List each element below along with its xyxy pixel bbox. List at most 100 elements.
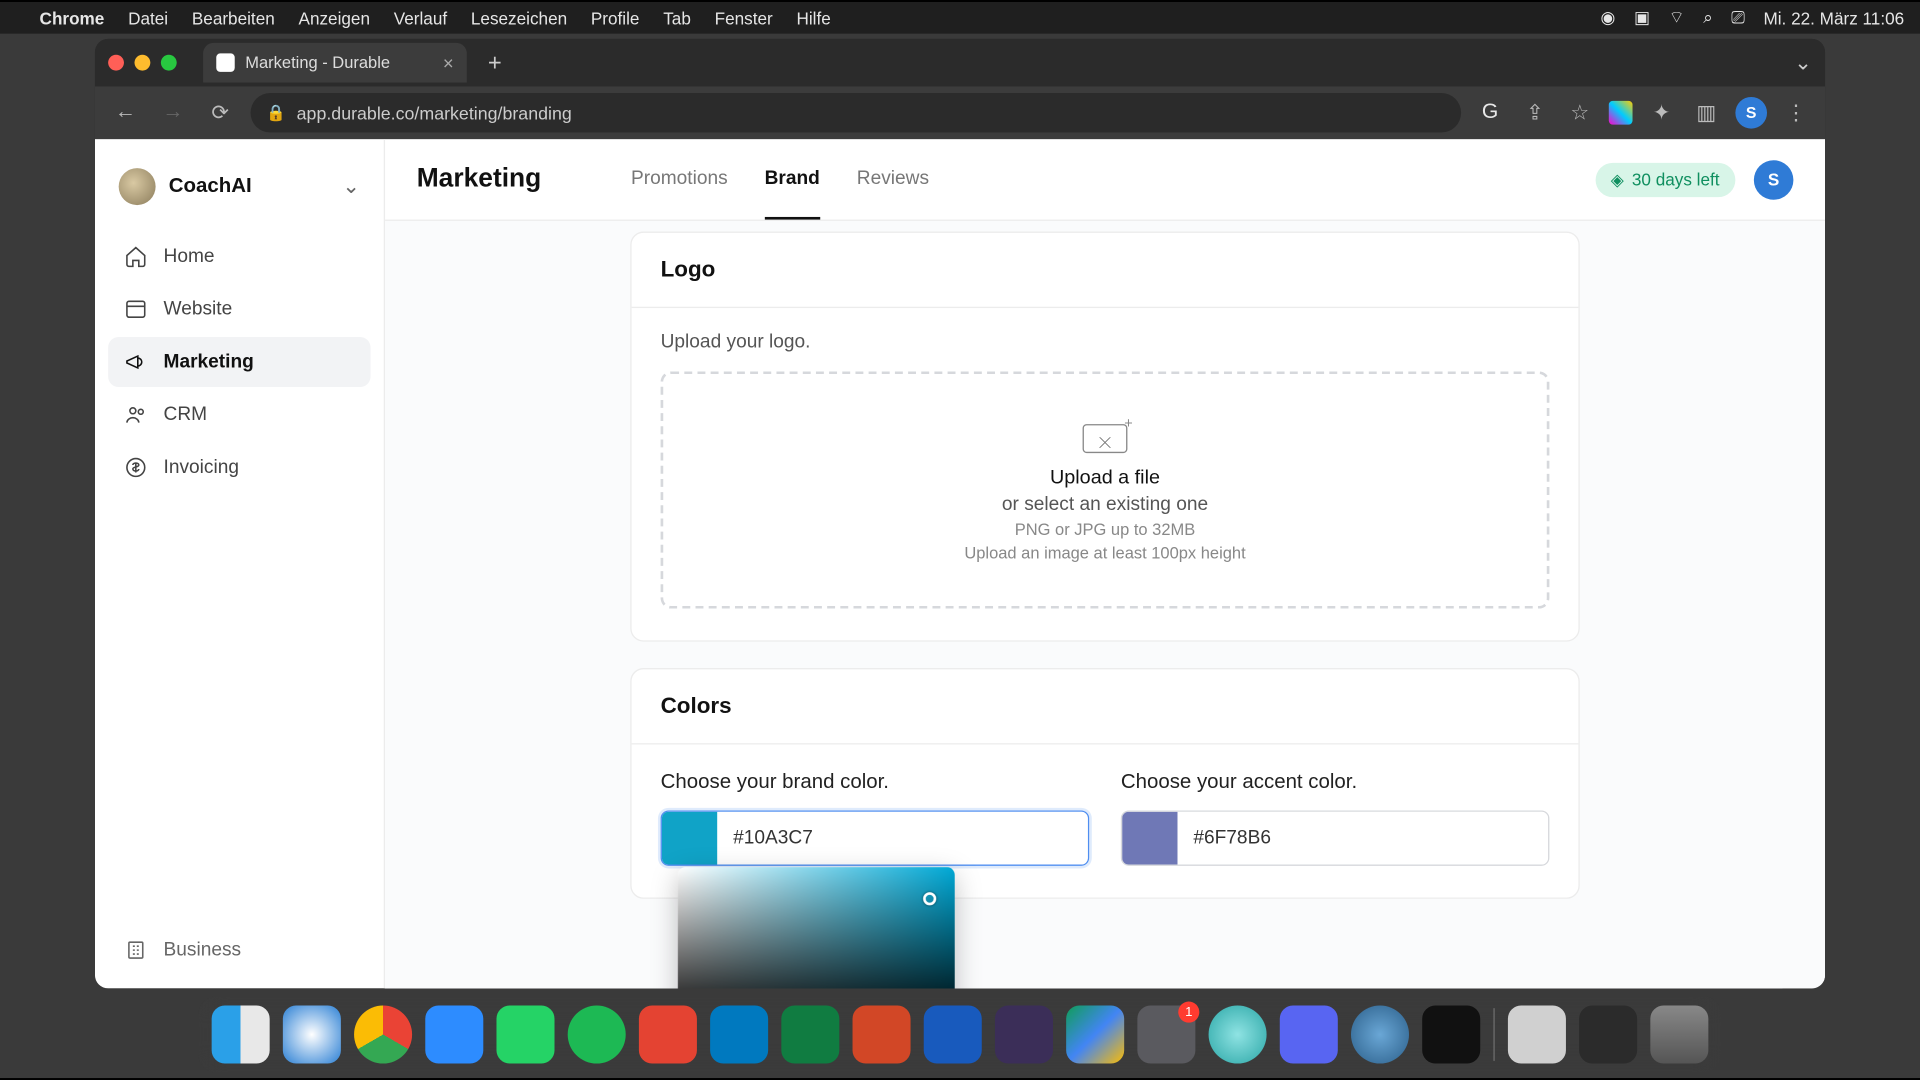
dock-trash[interactable] — [1650, 1005, 1708, 1063]
dock-app-drive[interactable] — [1066, 1005, 1124, 1063]
dock-app-finder[interactable] — [212, 1005, 270, 1063]
mac-app-name[interactable]: Chrome — [40, 8, 105, 28]
accent-color-input[interactable] — [1178, 812, 1549, 865]
tab-promotions[interactable]: Promotions — [631, 139, 728, 219]
forward-button[interactable]: → — [156, 96, 190, 130]
tab-close-icon[interactable]: × — [443, 52, 454, 73]
brand-color-input[interactable] — [717, 812, 1088, 865]
dock-app-quicktime[interactable] — [1351, 1005, 1409, 1063]
share-icon[interactable]: ⇪ — [1519, 97, 1551, 129]
mac-menu-fenster[interactable]: Fenster — [715, 8, 773, 28]
mac-menu-hilfe[interactable]: Hilfe — [796, 8, 830, 28]
window-icon — [124, 297, 148, 321]
content-scroll[interactable]: Logo Upload your logo. + Upload a file o… — [385, 221, 1825, 988]
dock-app-excel[interactable] — [781, 1005, 839, 1063]
dock-app-whatsapp[interactable] — [496, 1005, 554, 1063]
chrome-menu-icon[interactable]: ⋮ — [1780, 97, 1812, 129]
mac-menu-tab[interactable]: Tab — [663, 8, 691, 28]
sidebar-item-business[interactable]: Business — [108, 925, 370, 975]
settings-badge: 1 — [1178, 1002, 1199, 1023]
url-text: app.durable.co/marketing/branding — [297, 103, 572, 123]
tab-reviews[interactable]: Reviews — [857, 139, 929, 219]
window-minimize-button[interactable] — [135, 55, 151, 71]
dock-app-voice[interactable] — [1422, 1005, 1480, 1063]
spotlight-icon[interactable]: ⌕ — [1703, 7, 1713, 28]
window-zoom-button[interactable] — [161, 55, 177, 71]
sidebar-item-crm[interactable]: CRM — [108, 390, 370, 440]
accent-color-swatch[interactable] — [1122, 812, 1177, 865]
mac-menu-datei[interactable]: Datei — [128, 8, 168, 28]
logo-heading: Logo — [632, 233, 1579, 308]
sidepanel-icon[interactable]: ▥ — [1691, 97, 1723, 129]
dock-app-chrome[interactable] — [354, 1005, 412, 1063]
dock-app-automator[interactable] — [1508, 1005, 1566, 1063]
accent-color-label: Choose your accent color. — [1121, 771, 1550, 795]
dock-app-discord[interactable] — [1280, 1005, 1338, 1063]
record-icon[interactable]: ◉ — [1601, 7, 1616, 28]
lock-icon: 🔒 — [266, 104, 286, 122]
wifi-icon[interactable]: ⌔ — [1669, 7, 1685, 28]
back-button[interactable]: ← — [108, 96, 142, 130]
color-sv-plane[interactable] — [678, 867, 955, 988]
sidebar-item-home[interactable]: Home — [108, 231, 370, 281]
dock-app-circle[interactable] — [1209, 1005, 1267, 1063]
tab-strip: Marketing - Durable × + ⌄ — [95, 39, 1825, 86]
dock-app-powerpoint[interactable] — [853, 1005, 911, 1063]
mac-menu-lesezeichen[interactable]: Lesezeichen — [471, 8, 567, 28]
upload-file-link[interactable]: Upload a file — [1050, 465, 1160, 487]
sidebar-item-label: Business — [164, 940, 242, 961]
control-center-icon[interactable]: ⎚ — [1731, 7, 1745, 28]
dock-app-imovie[interactable] — [995, 1005, 1053, 1063]
mac-menu-profile[interactable]: Profile — [591, 8, 640, 28]
mac-menu-verlauf[interactable]: Verlauf — [394, 8, 447, 28]
bookmark-icon[interactable]: ☆ — [1564, 97, 1596, 129]
sidebar-item-website[interactable]: Website — [108, 284, 370, 334]
chevron-down-icon: ⌄ — [342, 173, 360, 199]
profile-avatar[interactable]: S — [1735, 97, 1767, 129]
dock-app-trello[interactable] — [710, 1005, 768, 1063]
image-upload-icon: + — [1083, 418, 1128, 452]
brand-color-label: Choose your brand color. — [661, 771, 1090, 795]
extension-icon[interactable] — [1609, 101, 1633, 125]
brand-color-swatch[interactable] — [662, 812, 717, 865]
page-topbar: Marketing Promotions Brand Reviews ◈ 30 … — [385, 139, 1825, 221]
workspace-name: CoachAI — [169, 175, 252, 199]
dock-app-zoom[interactable] — [425, 1005, 483, 1063]
browser-tab[interactable]: Marketing - Durable × — [203, 43, 467, 83]
dock-app-spotify[interactable] — [568, 1005, 626, 1063]
logo-dropzone[interactable]: + Upload a file or select an existing on… — [661, 371, 1550, 608]
dock-app-word[interactable] — [924, 1005, 982, 1063]
tab-brand[interactable]: Brand — [765, 139, 820, 219]
sidebar-item-invoicing[interactable]: Invoicing — [108, 442, 370, 492]
extensions-menu-icon[interactable]: ✦ — [1646, 97, 1678, 129]
sidebar-item-marketing[interactable]: Marketing — [108, 337, 370, 387]
user-avatar[interactable]: S — [1754, 160, 1794, 200]
tab-favicon — [216, 53, 234, 71]
google-icon[interactable]: G — [1474, 97, 1506, 129]
dock-app-todoist[interactable] — [639, 1005, 697, 1063]
upload-hint-format: PNG or JPG up to 32MB — [1015, 520, 1195, 538]
dock-folder[interactable] — [1579, 1005, 1637, 1063]
workspace-switcher[interactable]: CoachAI ⌄ — [95, 158, 384, 227]
brand-color-input-group — [661, 810, 1090, 865]
battery-icon[interactable]: ▣ — [1634, 7, 1650, 28]
colors-card: Colors Choose your brand color. — [630, 668, 1579, 899]
sidebar-item-label: Website — [164, 299, 233, 320]
reload-button[interactable]: ⟳ — [203, 96, 237, 130]
trial-badge[interactable]: ◈ 30 days left — [1595, 162, 1735, 196]
mac-dock: 1 — [198, 996, 1721, 1072]
page-title: Marketing — [417, 164, 542, 194]
color-picker-handle[interactable] — [923, 892, 936, 905]
users-icon — [124, 403, 148, 427]
address-bar[interactable]: 🔒 app.durable.co/marketing/branding — [251, 93, 1462, 133]
window-close-button[interactable] — [108, 55, 124, 71]
tab-overflow-icon[interactable]: ⌄ — [1794, 49, 1812, 75]
tag-icon: ◈ — [1611, 169, 1624, 190]
color-picker-popover[interactable] — [678, 867, 955, 988]
mac-menu-bearbeiten[interactable]: Bearbeiten — [192, 8, 275, 28]
dock-app-settings[interactable]: 1 — [1137, 1005, 1195, 1063]
mac-clock[interactable]: Mi. 22. März 11:06 — [1763, 8, 1904, 28]
new-tab-button[interactable]: + — [480, 49, 510, 77]
mac-menu-anzeigen[interactable]: Anzeigen — [299, 8, 370, 28]
dock-app-safari[interactable] — [283, 1005, 341, 1063]
